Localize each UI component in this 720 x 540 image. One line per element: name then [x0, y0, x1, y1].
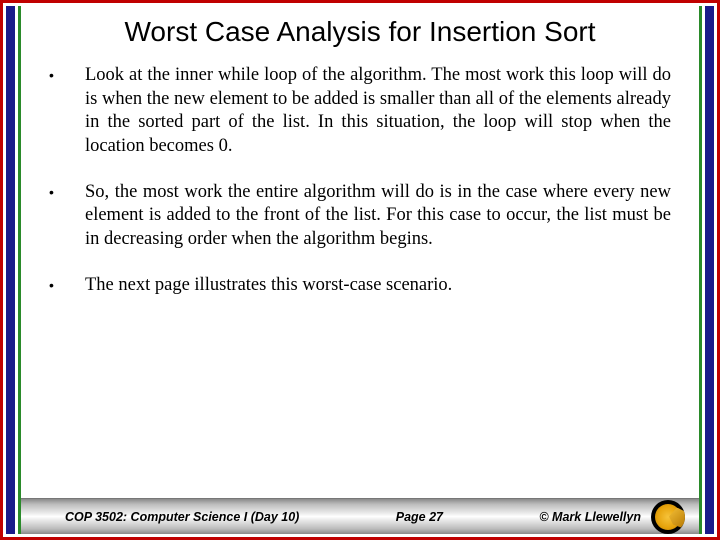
slide-frame-green: Worst Case Analysis for Insertion Sort •…: [18, 6, 702, 534]
slide-frame-outer: Worst Case Analysis for Insertion Sort •…: [0, 0, 720, 540]
slide-frame-blue: Worst Case Analysis for Insertion Sort •…: [6, 6, 714, 534]
bullet-dot-icon: •: [49, 181, 67, 203]
bullet-dot-icon: •: [49, 64, 67, 86]
bullet-item: • Look at the inner while loop of the al…: [49, 64, 671, 159]
bullet-item: • So, the most work the entire algorithm…: [49, 181, 671, 252]
footer: COP 3502: Computer Science I (Day 10) Pa…: [21, 498, 699, 534]
ucf-pegasus-logo-icon: [651, 500, 685, 534]
footer-right-group: © Mark Llewellyn: [539, 500, 685, 534]
footer-copyright: © Mark Llewellyn: [539, 510, 641, 524]
footer-course: COP 3502: Computer Science I (Day 10): [65, 510, 299, 524]
slide-content: • Look at the inner while loop of the al…: [21, 64, 699, 534]
footer-bar: COP 3502: Computer Science I (Day 10) Pa…: [21, 498, 699, 534]
bullet-item: • The next page illustrates this worst-c…: [49, 274, 671, 298]
footer-page: Page 27: [396, 510, 443, 524]
slide-title: Worst Case Analysis for Insertion Sort: [21, 6, 699, 64]
bullet-text: So, the most work the entire algorithm w…: [67, 181, 671, 252]
bullet-text: The next page illustrates this worst-cas…: [67, 274, 671, 298]
bullet-text: Look at the inner while loop of the algo…: [67, 64, 671, 159]
bullet-dot-icon: •: [49, 274, 67, 296]
